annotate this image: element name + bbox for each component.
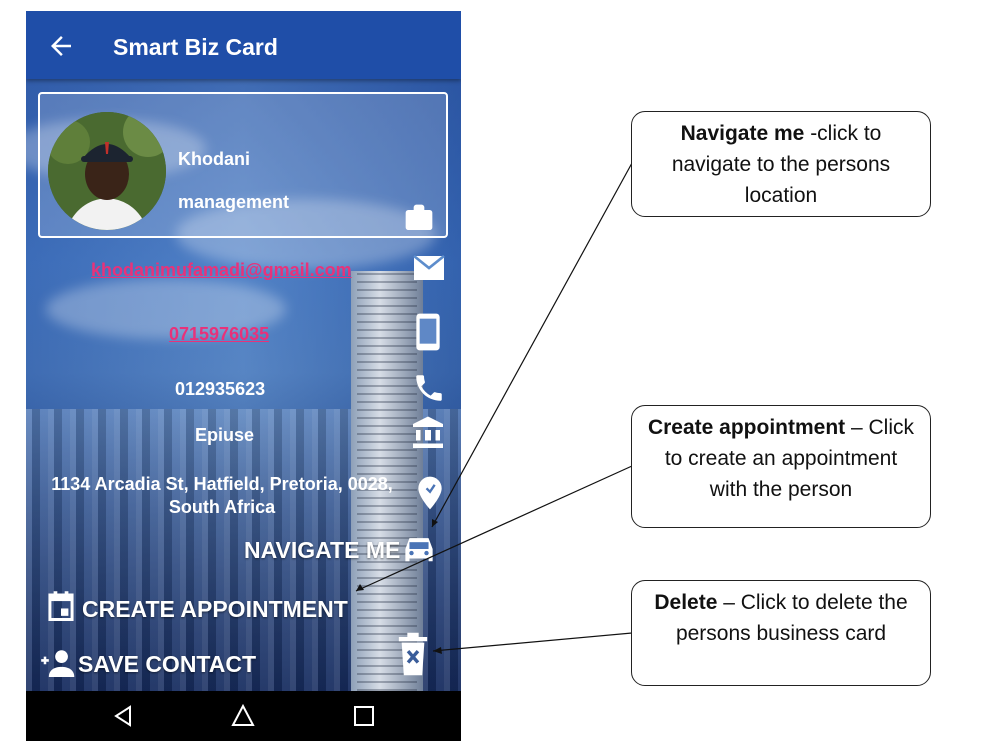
appointment-callout: Create appointment – Click to create an …	[631, 405, 931, 528]
delete-callout: Delete – Click to delete the persons bus…	[631, 580, 931, 686]
app-title: Smart Biz Card	[113, 34, 278, 60]
navigate-callout-title: Navigate me	[680, 122, 805, 145]
appointment-callout-title: Create appointment	[647, 416, 846, 439]
delete-connector	[432, 632, 633, 652]
app-bar: Smart Biz Card	[26, 11, 461, 79]
navigate-connector	[431, 162, 633, 528]
delete-arrowhead	[433, 647, 442, 654]
back-arrow-icon[interactable]	[46, 31, 76, 61]
appointment-connector	[355, 465, 633, 592]
navigate-callout: Navigate me -click to navigate to the pe…	[631, 111, 931, 217]
navigate-arrowhead	[432, 519, 438, 527]
delete-callout-title: Delete	[654, 591, 718, 614]
